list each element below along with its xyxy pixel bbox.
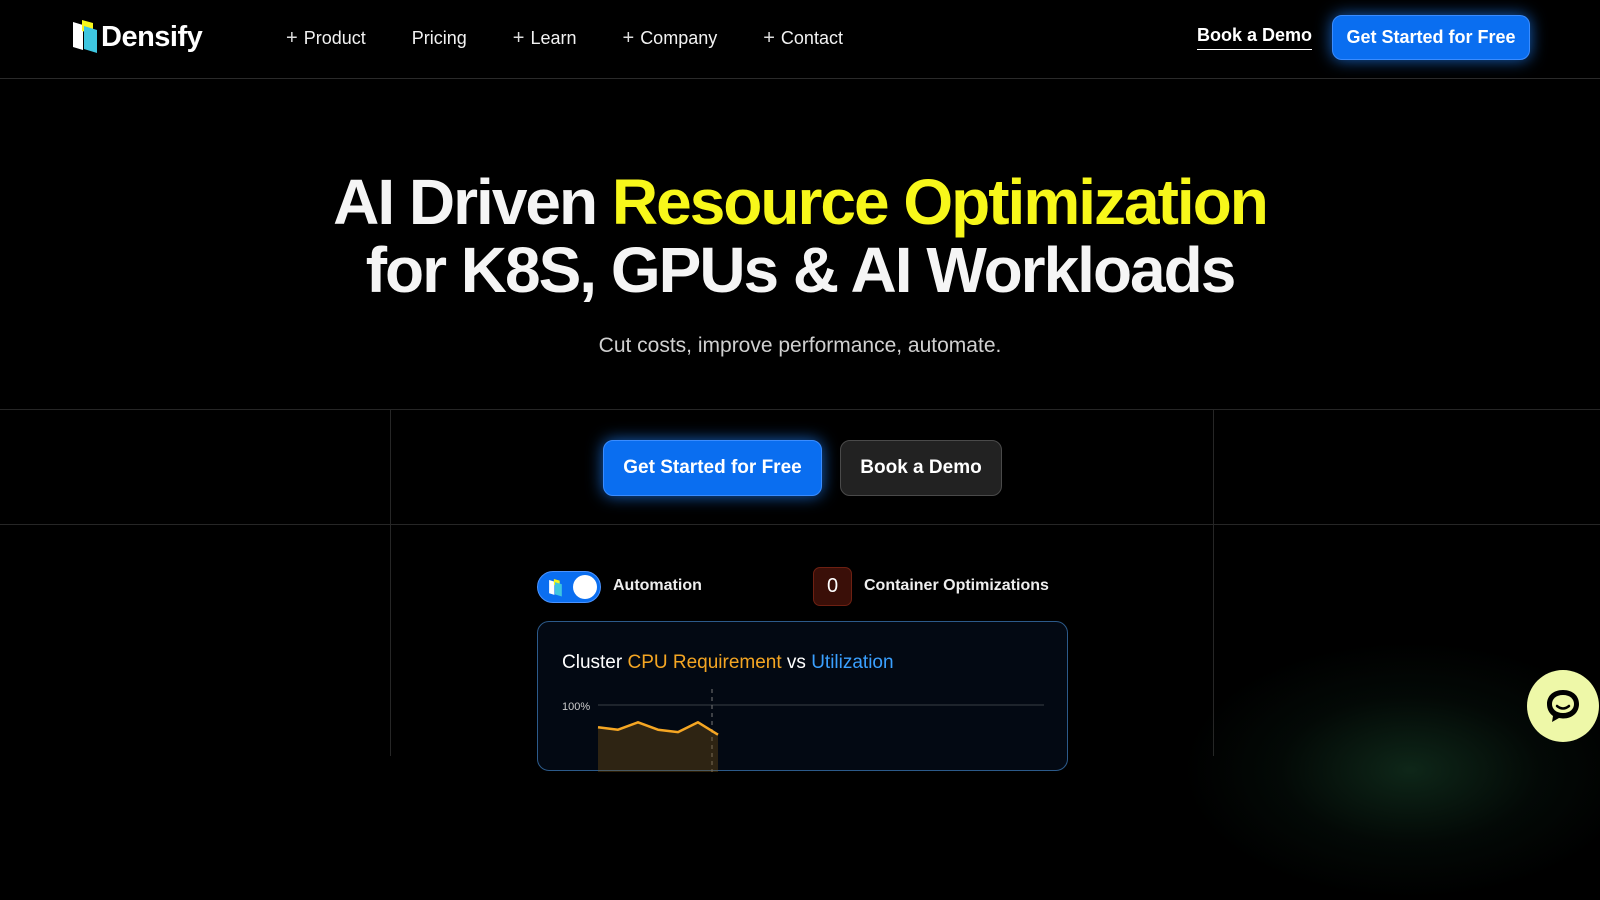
nav-item-product[interactable]: + Product bbox=[286, 27, 366, 50]
hero-book-demo-button[interactable]: Book a Demo bbox=[840, 440, 1002, 496]
logo[interactable]: Densify bbox=[73, 20, 203, 54]
chat-widget-button[interactable] bbox=[1527, 670, 1599, 742]
nav-item-learn[interactable]: + Learn bbox=[513, 27, 577, 50]
plus-icon: + bbox=[763, 26, 775, 49]
toggle-knob bbox=[573, 575, 597, 599]
chat-bubble-icon bbox=[1547, 690, 1579, 722]
nav-item-label: Pricing bbox=[411, 27, 467, 48]
densify-logo-icon bbox=[549, 579, 562, 597]
nav-item-label: Contact bbox=[780, 27, 843, 48]
grid-line bbox=[390, 409, 391, 756]
plus-icon: + bbox=[622, 26, 635, 49]
cpu-chart: 100% bbox=[562, 689, 1044, 772]
nav-item-label: Learn bbox=[530, 27, 577, 48]
hero-title-highlight: Resource Optimization bbox=[611, 166, 1269, 238]
nav-item-company[interactable]: + Company bbox=[623, 27, 718, 50]
background-glow bbox=[1180, 640, 1600, 900]
site-header: Densify + Product Pricing + Learn + Comp… bbox=[0, 0, 1600, 79]
nav-item-contact[interactable]: + Contact bbox=[763, 27, 843, 50]
grid-line bbox=[0, 409, 1600, 410]
plus-icon: + bbox=[286, 26, 298, 49]
automation-toggle[interactable] bbox=[537, 571, 601, 603]
hero-title: AI Driven Resource Optimization for K8S,… bbox=[0, 168, 1600, 304]
grid-line bbox=[0, 524, 1600, 525]
nav-item-label: Product bbox=[303, 27, 366, 48]
automation-label: Automation bbox=[613, 577, 702, 594]
hero-subtitle: Cut costs, improve performance, automate… bbox=[598, 334, 1002, 357]
nav-item-label: Company bbox=[640, 27, 718, 48]
nav-item-pricing[interactable]: Pricing bbox=[412, 28, 467, 49]
header-book-demo-link[interactable]: Book a Demo bbox=[1197, 25, 1313, 50]
optimizations-label: Container Optimizations bbox=[864, 577, 1049, 594]
y-tick-label: 100% bbox=[562, 701, 590, 713]
plus-icon: + bbox=[512, 26, 525, 49]
cluster-cpu-chart-card: Cluster CPU Requirement vs Utilization 1… bbox=[537, 621, 1068, 772]
hero-title-line2: for K8S, GPUs & AI Workloads bbox=[365, 234, 1237, 306]
main-nav: + Product Pricing + Learn + Company + Co… bbox=[286, 24, 889, 52]
hero-get-started-button[interactable]: Get Started for Free bbox=[603, 440, 822, 496]
hero-title-part1: AI Driven bbox=[333, 166, 612, 238]
header-get-started-button[interactable]: Get Started for Free bbox=[1332, 15, 1530, 60]
optimizations-count-badge: 0 bbox=[813, 567, 852, 606]
logo-text: Densify bbox=[101, 20, 203, 53]
densify-logo-icon bbox=[73, 20, 97, 53]
